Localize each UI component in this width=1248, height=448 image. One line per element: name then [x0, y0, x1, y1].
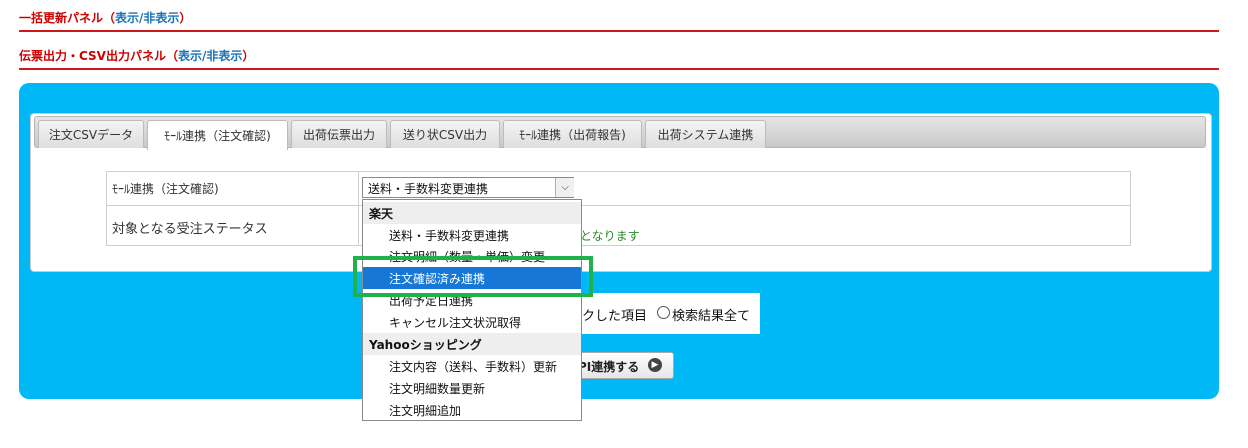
- mall-link-select-value: 送料・手数料変更連携: [368, 182, 489, 196]
- table-column-divider: [358, 171, 359, 246]
- dropdown-option[interactable]: 出荷予定日連携: [363, 289, 581, 311]
- divider: [19, 68, 1219, 70]
- api-link-button-label: PI連携する: [578, 360, 640, 374]
- tab-mall-shipping-report[interactable]: ﾓｰﾙ連携（出荷報告): [503, 120, 642, 148]
- bulk-update-panel-title: 一括更新パネル: [19, 11, 104, 25]
- radio-checked-items-label[interactable]: クした項目: [582, 305, 647, 324]
- dropdown-option[interactable]: 注文明細追加: [363, 399, 581, 421]
- dropdown-group-yahoo: Yahooショッピング: [363, 333, 581, 355]
- tab-order-csv-data[interactable]: 注文CSVデータ: [38, 120, 144, 148]
- dropdown-option[interactable]: 注文明細数量更新: [363, 377, 581, 399]
- csv-output-panel-heading: 伝票出力・CSV出力パネル（表示/非表示）: [19, 49, 255, 63]
- csv-output-panel-title: 伝票出力・CSV出力パネル: [19, 49, 166, 63]
- tab-invoice-csv-output[interactable]: 送り状CSV出力: [390, 120, 500, 148]
- radio-all-results[interactable]: [657, 306, 670, 319]
- table-row-divider: [106, 205, 1131, 206]
- tab-mall-order-confirm[interactable]: ﾓｰﾙ連携（注文確認): [147, 120, 288, 150]
- target-status-label: 対象となる受注ステータス: [112, 222, 268, 237]
- dropdown-group-rakuten: 楽天: [363, 202, 581, 224]
- csv-output-toggle-link[interactable]: 表示/非表示: [178, 49, 242, 63]
- status-note: となります: [580, 229, 640, 243]
- mall-link-label: ﾓｰﾙ連携（注文確認): [112, 182, 219, 196]
- dropdown-option[interactable]: 注文内容（送料、手数料）更新: [363, 355, 581, 377]
- dropdown-option[interactable]: 送料・手数料変更連携: [363, 224, 581, 246]
- dropdown-option-selected[interactable]: 注文確認済み連携: [363, 267, 581, 289]
- radio-all-results-label[interactable]: 検索結果全て: [672, 305, 750, 324]
- chevron-down-icon[interactable]: ⌵: [555, 178, 574, 197]
- tab-shipping-slip-output[interactable]: 出荷伝票出力: [291, 120, 387, 148]
- mall-link-dropdown: 楽天 送料・手数料変更連携 注文明細（数量・単価）変更 注文確認済み連携 出荷予…: [362, 199, 582, 421]
- arrow-right-circle-icon: ▶: [648, 358, 662, 372]
- divider: [19, 30, 1219, 32]
- bulk-update-panel-heading: 一括更新パネル（表示/非表示）: [19, 11, 192, 25]
- bulk-update-toggle-link[interactable]: 表示/非表示: [115, 11, 179, 25]
- dropdown-option[interactable]: 注文明細（数量・単価）変更: [363, 245, 581, 267]
- dropdown-option[interactable]: キャンセル注文状況取得: [363, 311, 581, 333]
- tab-shipping-system-link[interactable]: 出荷システム連携: [645, 120, 766, 148]
